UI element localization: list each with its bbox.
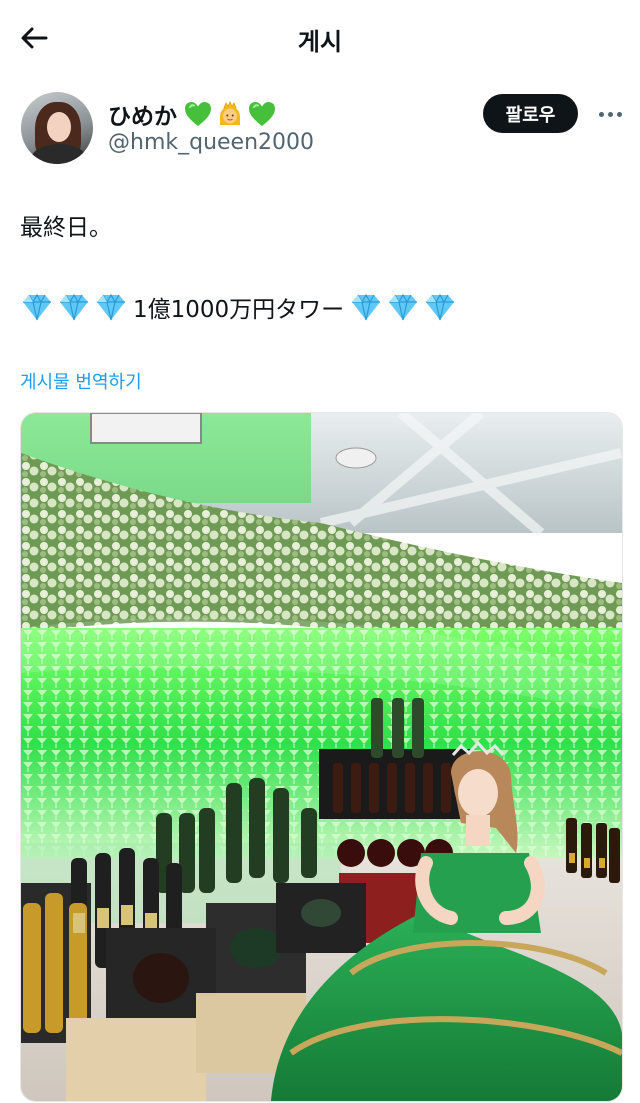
gem-icon [352,293,381,321]
author-name-row[interactable]: ひめか [108,98,277,130]
more-dot [598,111,604,117]
gem-icon [97,293,125,321]
avatar[interactable] [21,92,93,164]
more-dot [616,111,622,117]
princess-icon [220,101,240,125]
post-text-tower: 1億1000万円タワー [133,297,345,323]
post-photo[interactable] [20,412,623,1102]
gem-icon [389,293,418,321]
author-handle[interactable]: @hmk_queen2000 [108,130,314,155]
author-display-name: ひめか [108,104,177,130]
gem-icon [23,293,51,321]
more-dot [607,111,613,117]
post-text-line1: 最終日。 [20,215,112,241]
gem-icon [60,293,88,321]
green-heart-icon [249,102,275,126]
green-heart-icon [185,102,211,126]
top-bar: 게시 [0,0,640,72]
translate-post-link[interactable]: 게시물 번역하기 [20,368,142,394]
gem-icon [426,293,455,321]
more-options-button[interactable] [590,100,630,128]
champagne-tower-photo [21,413,622,1101]
follow-button[interactable]: 팔로우 [483,94,578,133]
post-text-line2: 1億1000万円タワー [20,290,457,324]
page-title: 게시 [297,28,343,56]
